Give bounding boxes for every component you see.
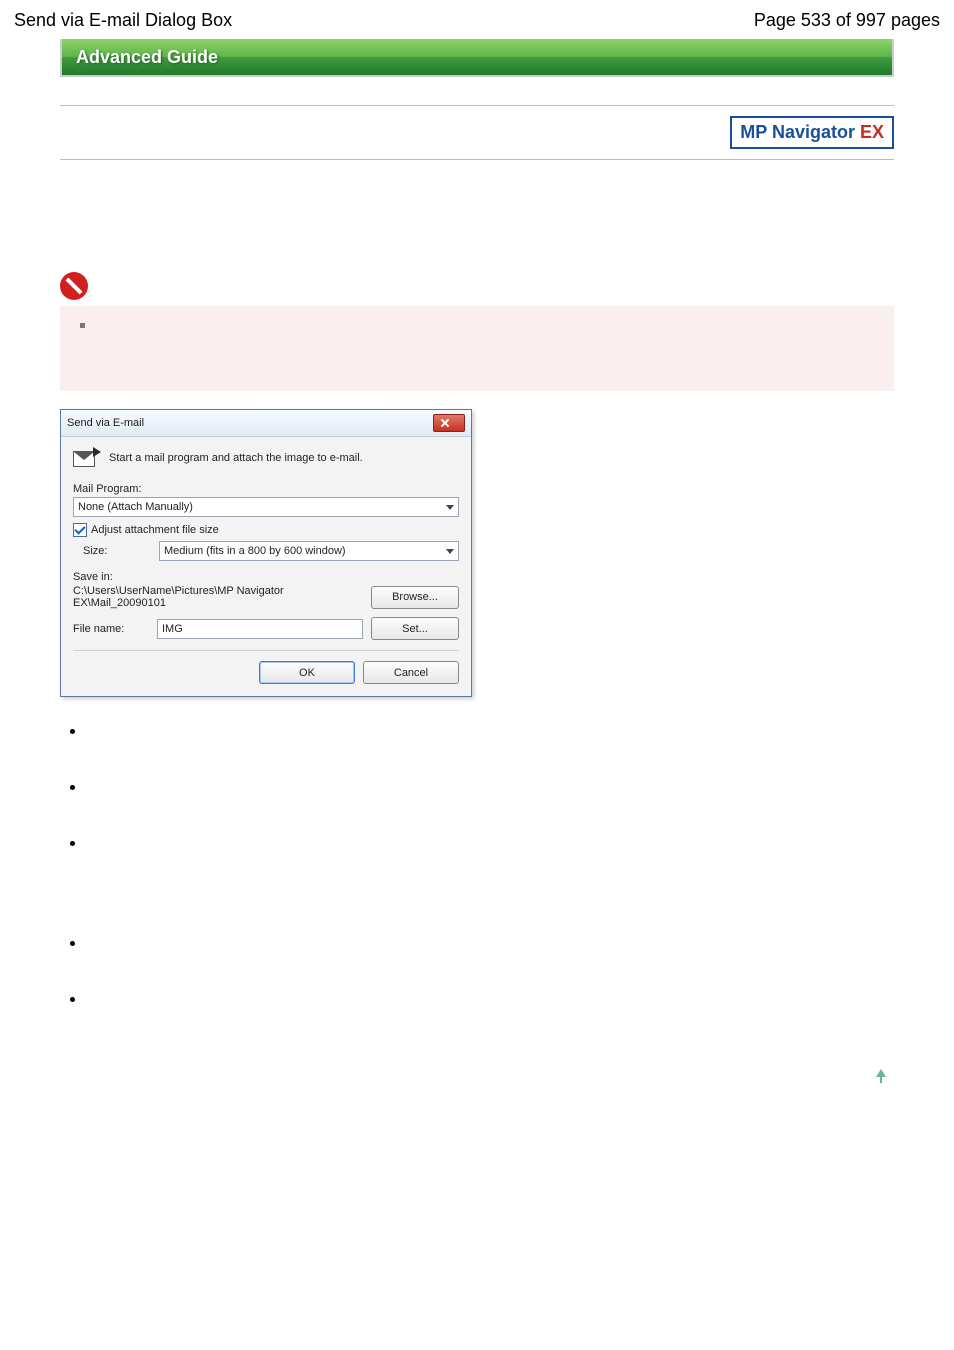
page-top-icon[interactable] <box>876 1069 886 1077</box>
send-via-email-dialog: Send via E-mail Start a mail program and… <box>60 409 472 697</box>
chevron-down-icon <box>446 505 454 510</box>
bullet-icon <box>70 997 75 1002</box>
close-icon[interactable] <box>433 414 465 432</box>
dialog-title: Send via E-mail <box>67 417 144 429</box>
mail-program-value: None (Attach Manually) <box>78 501 193 513</box>
filename-label: File name: <box>73 623 149 635</box>
bullet-icon <box>70 785 75 790</box>
filename-input[interactable] <box>157 619 363 639</box>
bullet-icon <box>70 729 75 734</box>
savein-path: C:\Users\UserName\Pictures\MP Navigator … <box>73 585 365 609</box>
note-bullet-icon <box>80 323 85 328</box>
size-label: Size: <box>73 545 159 557</box>
doc-title: Send via E-mail Dialog Box <box>14 10 232 31</box>
mail-send-icon <box>73 447 99 469</box>
ok-button[interactable]: OK <box>259 661 355 684</box>
bullet-icon <box>70 841 75 846</box>
cancel-button[interactable]: Cancel <box>363 661 459 684</box>
important-note-box <box>60 306 894 391</box>
brand-name: MP Navigator <box>740 122 860 142</box>
brand-badge: MP Navigator EX <box>730 116 894 149</box>
advanced-guide-banner: Advanced Guide <box>60 39 894 77</box>
browse-button[interactable]: Browse... <box>371 586 459 609</box>
divider <box>60 105 894 106</box>
page-counter: Page 533 of 997 pages <box>754 10 940 31</box>
options-list <box>70 725 894 1049</box>
size-value: Medium (fits in a 800 by 600 window) <box>164 545 346 557</box>
adjust-size-label: Adjust attachment file size <box>91 524 219 536</box>
bullet-icon <box>70 941 75 946</box>
dialog-intro-text: Start a mail program and attach the imag… <box>109 452 363 464</box>
size-select[interactable]: Medium (fits in a 800 by 600 window) <box>159 541 459 561</box>
divider <box>60 159 894 160</box>
mail-program-label: Mail Program: <box>73 483 459 495</box>
advanced-guide-title: Advanced Guide <box>76 47 218 68</box>
savein-label: Save in: <box>73 571 459 583</box>
brand-suffix: EX <box>860 122 884 142</box>
chevron-down-icon <box>446 549 454 554</box>
set-button[interactable]: Set... <box>371 617 459 640</box>
adjust-size-checkbox[interactable] <box>73 523 87 537</box>
dialog-titlebar: Send via E-mail <box>61 410 471 437</box>
mail-program-select[interactable]: None (Attach Manually) <box>73 497 459 517</box>
prohibit-icon <box>54 266 94 306</box>
